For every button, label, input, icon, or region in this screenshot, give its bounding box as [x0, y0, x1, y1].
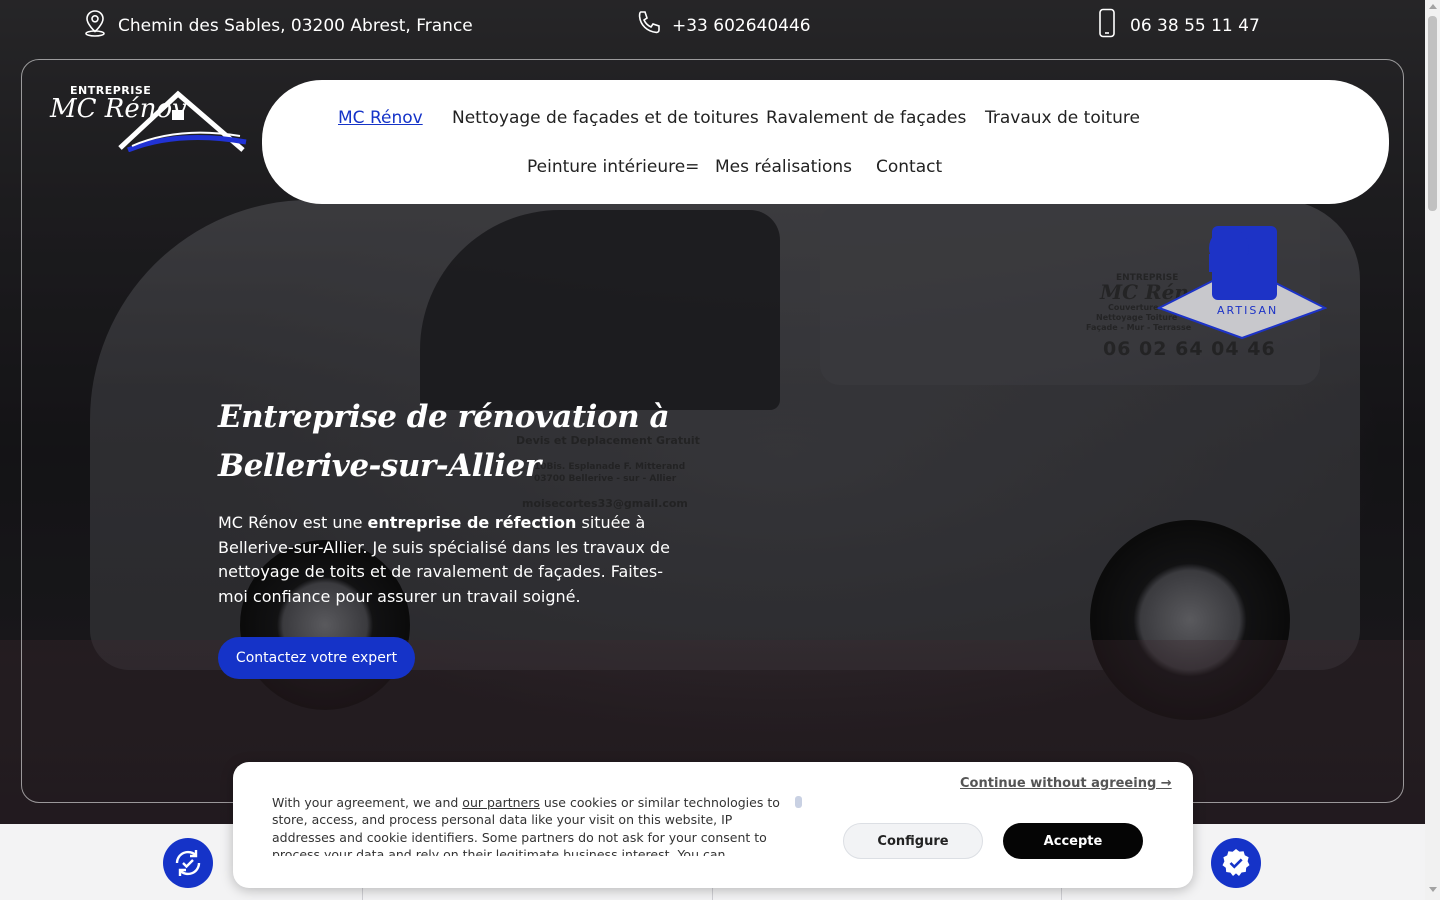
- scrollbar-thumb[interactable]: [1428, 16, 1437, 211]
- artisan-badge: ARTISAN: [1156, 226, 1328, 341]
- artisan-logo-icon: [1156, 226, 1328, 340]
- topbar-mobile[interactable]: 06 38 55 11 47: [1092, 8, 1260, 43]
- topbar-address-text: Chemin des Sables, 03200 Abrest, France: [118, 15, 473, 36]
- nav-item-nettoyage[interactable]: Nettoyage de façades et de toitures: [452, 108, 759, 128]
- site-logo[interactable]: ENTREPRISE MC Rénov: [48, 82, 248, 152]
- hero-title: Entreprise de rénovation à Bellerive-sur…: [218, 399, 670, 484]
- topbar-phone[interactable]: +33 602640446: [634, 8, 811, 43]
- cookie-consent-banner: With your agreement, we and our partners…: [233, 762, 1193, 888]
- cookie-text-scrollbar[interactable]: [795, 796, 802, 808]
- nav-item-ravalement[interactable]: Ravalement de façades: [766, 108, 966, 128]
- hero-description: MC Rénov est une entreprise de réfection…: [218, 511, 688, 609]
- topbar-address[interactable]: Chemin des Sables, 03200 Abrest, France: [80, 8, 473, 43]
- cookie-text: With your agreement, we and our partners…: [272, 794, 794, 856]
- nav-item-contact[interactable]: Contact: [876, 157, 942, 177]
- hero-text-before: MC Rénov est une: [218, 513, 368, 532]
- cookie-text-before: With your agreement, we and: [272, 795, 463, 810]
- continue-without-agreeing-link[interactable]: Continue without agreeing →: [960, 776, 1172, 791]
- nav-item-home[interactable]: MC Rénov: [338, 108, 423, 128]
- scroll-up-arrow-icon[interactable]: [1429, 4, 1437, 9]
- artisan-label: ARTISAN: [1217, 304, 1279, 317]
- logo-brand-text: MC Rénov: [50, 94, 187, 124]
- hero-text-bold: entreprise de réfection: [367, 513, 577, 532]
- verified-badge-icon: [1211, 838, 1261, 888]
- accept-button[interactable]: Accepte: [1003, 823, 1143, 859]
- our-partners-link[interactable]: our partners: [462, 795, 540, 810]
- nav-item-peinture[interactable]: Peinture intérieure=: [527, 157, 699, 177]
- topbar-mobile-text: 06 38 55 11 47: [1130, 15, 1260, 36]
- phone-icon: [634, 8, 664, 43]
- contact-expert-button[interactable]: Contactez votre expert: [218, 637, 415, 679]
- nav-item-toiture[interactable]: Travaux de toiture: [985, 108, 1140, 128]
- scroll-down-arrow-icon[interactable]: [1429, 887, 1437, 892]
- location-pin-icon: [80, 8, 110, 43]
- refresh-check-icon: [163, 838, 213, 888]
- topbar-phone-text: +33 602640446: [672, 15, 811, 36]
- main-navigation: MC Rénov Nettoyage de façades et de toit…: [262, 80, 1389, 204]
- nav-item-realisations[interactable]: Mes réalisations: [715, 157, 852, 177]
- mobile-phone-icon: [1092, 8, 1122, 43]
- configure-button[interactable]: Configure: [843, 823, 983, 859]
